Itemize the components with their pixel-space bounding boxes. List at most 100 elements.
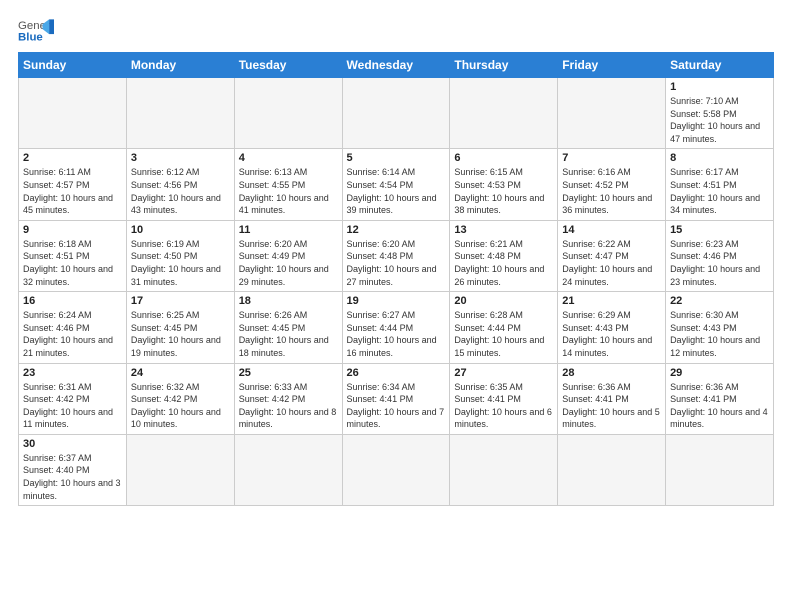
calendar: SundayMondayTuesdayWednesdayThursdayFrid… xyxy=(18,52,774,506)
day-number: 19 xyxy=(347,295,446,307)
day-info: Sunrise: 6:17 AM Sunset: 4:51 PM Dayligh… xyxy=(670,166,769,216)
day-number: 22 xyxy=(670,295,769,307)
day-cell xyxy=(558,78,666,149)
page: General Blue SundayMondayTuesdayWednesda… xyxy=(0,0,792,612)
day-info: Sunrise: 6:12 AM Sunset: 4:56 PM Dayligh… xyxy=(131,166,230,216)
week-row-0: 1 Sunrise: 7:10 AM Sunset: 5:58 PM Daylig… xyxy=(19,78,774,149)
day-cell: 3 Sunrise: 6:12 AM Sunset: 4:56 PM Daylig… xyxy=(126,149,234,220)
day-cell: 22 Sunrise: 6:30 AM Sunset: 4:43 PM Dayli… xyxy=(666,292,774,363)
day-cell: 25Sunrise: 6:33 AM Sunset: 4:42 PM Dayli… xyxy=(234,363,342,434)
day-info: Sunrise: 6:22 AM Sunset: 4:47 PM Dayligh… xyxy=(562,238,661,288)
day-number: 7 xyxy=(562,152,661,164)
day-cell: 17 Sunrise: 6:25 AM Sunset: 4:45 PM Dayli… xyxy=(126,292,234,363)
day-number: 9 xyxy=(23,224,122,236)
day-info: Sunrise: 6:32 AM Sunset: 4:42 PM Dayligh… xyxy=(131,381,230,431)
day-cell xyxy=(450,78,558,149)
day-info: Sunrise: 6:11 AM Sunset: 4:57 PM Dayligh… xyxy=(23,166,122,216)
day-cell xyxy=(126,78,234,149)
day-cell: 5 Sunrise: 6:14 AM Sunset: 4:54 PM Daylig… xyxy=(342,149,450,220)
day-cell xyxy=(234,434,342,505)
day-info: Sunrise: 6:30 AM Sunset: 4:43 PM Dayligh… xyxy=(670,309,769,359)
day-number: 18 xyxy=(239,295,338,307)
day-number: 24 xyxy=(131,367,230,379)
day-number: 1 xyxy=(670,81,769,93)
day-number: 11 xyxy=(239,224,338,236)
weekday-header-row: SundayMondayTuesdayWednesdayThursdayFrid… xyxy=(19,53,774,78)
day-info: Sunrise: 6:21 AM Sunset: 4:48 PM Dayligh… xyxy=(454,238,553,288)
day-number: 8 xyxy=(670,152,769,164)
day-cell: 20 Sunrise: 6:28 AM Sunset: 4:44 PM Dayli… xyxy=(450,292,558,363)
day-number: 12 xyxy=(347,224,446,236)
day-number: 14 xyxy=(562,224,661,236)
day-cell xyxy=(234,78,342,149)
day-info: Sunrise: 6:34 AM Sunset: 4:41 PM Dayligh… xyxy=(347,381,446,431)
day-info: Sunrise: 6:15 AM Sunset: 4:53 PM Dayligh… xyxy=(454,166,553,216)
day-number: 20 xyxy=(454,295,553,307)
day-number: 28 xyxy=(562,367,661,379)
day-info: Sunrise: 6:14 AM Sunset: 4:54 PM Dayligh… xyxy=(347,166,446,216)
day-cell: 15 Sunrise: 6:23 AM Sunset: 4:46 PM Dayli… xyxy=(666,220,774,291)
day-cell: 10Sunrise: 6:19 AM Sunset: 4:50 PM Dayli… xyxy=(126,220,234,291)
day-cell xyxy=(342,434,450,505)
day-cell: 12 Sunrise: 6:20 AM Sunset: 4:48 PM Dayli… xyxy=(342,220,450,291)
header: General Blue xyxy=(18,16,774,44)
day-info: Sunrise: 7:10 AM Sunset: 5:58 PM Dayligh… xyxy=(670,95,769,145)
weekday-thursday: Thursday xyxy=(450,53,558,78)
weekday-sunday: Sunday xyxy=(19,53,127,78)
day-cell: 30Sunrise: 6:37 AM Sunset: 4:40 PM Dayli… xyxy=(19,434,127,505)
weekday-wednesday: Wednesday xyxy=(342,53,450,78)
day-number: 25 xyxy=(239,367,338,379)
day-info: Sunrise: 6:36 AM Sunset: 4:41 PM Dayligh… xyxy=(562,381,661,431)
day-number: 17 xyxy=(131,295,230,307)
day-info: Sunrise: 6:31 AM Sunset: 4:42 PM Dayligh… xyxy=(23,381,122,431)
day-cell xyxy=(666,434,774,505)
day-number: 3 xyxy=(131,152,230,164)
day-cell: 2 Sunrise: 6:11 AM Sunset: 4:57 PM Daylig… xyxy=(19,149,127,220)
day-cell: 11 Sunrise: 6:20 AM Sunset: 4:49 PM Dayli… xyxy=(234,220,342,291)
day-info: Sunrise: 6:28 AM Sunset: 4:44 PM Dayligh… xyxy=(454,309,553,359)
day-cell: 24 Sunrise: 6:32 AM Sunset: 4:42 PM Dayli… xyxy=(126,363,234,434)
day-info: Sunrise: 6:20 AM Sunset: 4:48 PM Dayligh… xyxy=(347,238,446,288)
weekday-tuesday: Tuesday xyxy=(234,53,342,78)
day-cell: 6 Sunrise: 6:15 AM Sunset: 4:53 PM Daylig… xyxy=(450,149,558,220)
day-number: 29 xyxy=(670,367,769,379)
day-cell: 14 Sunrise: 6:22 AM Sunset: 4:47 PM Dayli… xyxy=(558,220,666,291)
day-info: Sunrise: 6:13 AM Sunset: 4:55 PM Dayligh… xyxy=(239,166,338,216)
day-cell: 29 Sunrise: 6:36 AM Sunset: 4:41 PM Dayli… xyxy=(666,363,774,434)
day-cell: 19 Sunrise: 6:27 AM Sunset: 4:44 PM Dayli… xyxy=(342,292,450,363)
day-cell xyxy=(450,434,558,505)
day-info: Sunrise: 6:25 AM Sunset: 4:45 PM Dayligh… xyxy=(131,309,230,359)
day-number: 16 xyxy=(23,295,122,307)
day-number: 5 xyxy=(347,152,446,164)
day-cell xyxy=(558,434,666,505)
week-row-4: 23Sunrise: 6:31 AM Sunset: 4:42 PM Dayli… xyxy=(19,363,774,434)
weekday-saturday: Saturday xyxy=(666,53,774,78)
day-info: Sunrise: 6:19 AM Sunset: 4:50 PM Dayligh… xyxy=(131,238,230,288)
day-info: Sunrise: 6:36 AM Sunset: 4:41 PM Dayligh… xyxy=(670,381,769,431)
weekday-friday: Friday xyxy=(558,53,666,78)
day-cell: 13Sunrise: 6:21 AM Sunset: 4:48 PM Dayli… xyxy=(450,220,558,291)
day-info: Sunrise: 6:37 AM Sunset: 4:40 PM Dayligh… xyxy=(23,452,122,502)
logo: General Blue xyxy=(18,16,54,44)
week-row-1: 2 Sunrise: 6:11 AM Sunset: 4:57 PM Daylig… xyxy=(19,149,774,220)
week-row-3: 16Sunrise: 6:24 AM Sunset: 4:46 PM Dayli… xyxy=(19,292,774,363)
logo-icon: General Blue xyxy=(18,16,54,44)
day-cell: 4Sunrise: 6:13 AM Sunset: 4:55 PM Daylig… xyxy=(234,149,342,220)
day-number: 26 xyxy=(347,367,446,379)
day-info: Sunrise: 6:18 AM Sunset: 4:51 PM Dayligh… xyxy=(23,238,122,288)
day-cell: 21Sunrise: 6:29 AM Sunset: 4:43 PM Dayli… xyxy=(558,292,666,363)
day-number: 2 xyxy=(23,152,122,164)
day-number: 6 xyxy=(454,152,553,164)
day-number: 15 xyxy=(670,224,769,236)
day-cell: 7 Sunrise: 6:16 AM Sunset: 4:52 PM Daylig… xyxy=(558,149,666,220)
day-info: Sunrise: 6:26 AM Sunset: 4:45 PM Dayligh… xyxy=(239,309,338,359)
day-cell: 1 Sunrise: 7:10 AM Sunset: 5:58 PM Daylig… xyxy=(666,78,774,149)
day-info: Sunrise: 6:20 AM Sunset: 4:49 PM Dayligh… xyxy=(239,238,338,288)
day-info: Sunrise: 6:27 AM Sunset: 4:44 PM Dayligh… xyxy=(347,309,446,359)
day-number: 27 xyxy=(454,367,553,379)
day-info: Sunrise: 6:16 AM Sunset: 4:52 PM Dayligh… xyxy=(562,166,661,216)
day-cell: 27Sunrise: 6:35 AM Sunset: 4:41 PM Dayli… xyxy=(450,363,558,434)
svg-text:Blue: Blue xyxy=(18,32,43,44)
day-cell: 28 Sunrise: 6:36 AM Sunset: 4:41 PM Dayli… xyxy=(558,363,666,434)
day-info: Sunrise: 6:23 AM Sunset: 4:46 PM Dayligh… xyxy=(670,238,769,288)
